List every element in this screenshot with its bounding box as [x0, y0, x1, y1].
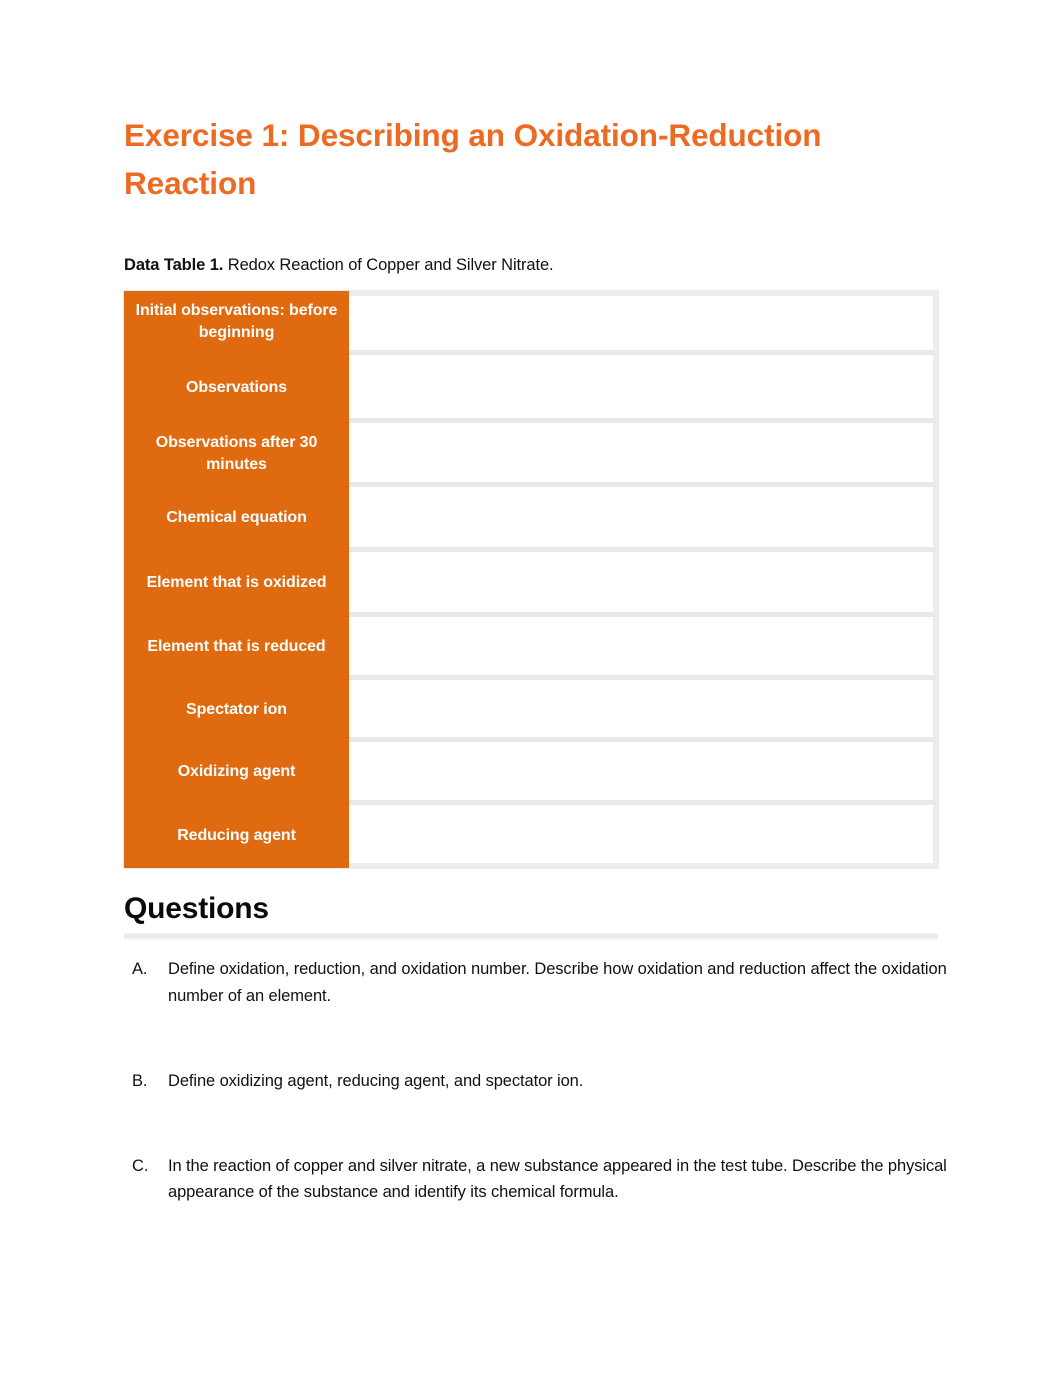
- row-label-element-oxidized: Element that is oxidized: [124, 551, 349, 617]
- row-value-element-oxidized[interactable]: [349, 551, 938, 617]
- list-item-text: In the reaction of copper and silver nit…: [168, 1156, 947, 1202]
- data-table-1: Initial observations: before beginning O…: [124, 290, 938, 868]
- table-row: Observations after 30 minutes: [124, 422, 938, 487]
- row-label-chemical-equation: Chemical equation: [124, 486, 349, 552]
- heading-divider: [124, 933, 938, 941]
- table-row: Element that is reduced: [124, 616, 938, 680]
- row-value-spectator-ion[interactable]: [349, 679, 938, 742]
- row-label-observations: Observations: [124, 354, 349, 423]
- list-item-marker: B.: [132, 1071, 148, 1090]
- row-value-initial-observations[interactable]: [349, 290, 938, 355]
- table-row: Element that is oxidized: [124, 551, 938, 617]
- questions-list: A. Define oxidation, reduction, and oxid…: [124, 940, 947, 1206]
- table-row: Chemical equation: [124, 486, 938, 552]
- table-row: Oxidizing agent: [124, 741, 938, 805]
- questions-heading: Questions: [124, 891, 269, 925]
- data-table-body: Initial observations: before beginning O…: [124, 290, 938, 868]
- document-content: Exercise 1: Describing an Oxidation-Redu…: [124, 112, 947, 1206]
- list-item: B. Define oxidizing agent, reducing agen…: [124, 1068, 958, 1095]
- row-label-initial-observations: Initial observations: before beginning: [124, 290, 349, 355]
- table-row: Initial observations: before beginning: [124, 290, 938, 355]
- caption-lead: Data Table 1.: [124, 255, 224, 274]
- list-item-text: Define oxidation, reduction, and oxidati…: [168, 960, 947, 1006]
- row-value-reducing-agent[interactable]: [349, 804, 938, 868]
- table-row: Reducing agent: [124, 804, 938, 868]
- row-label-reducing-agent: Reducing agent: [124, 804, 349, 868]
- list-item-text: Define oxidizing agent, reducing agent, …: [168, 1071, 584, 1090]
- data-table-wrapper: Initial observations: before beginning O…: [124, 290, 938, 868]
- row-value-chemical-equation[interactable]: [349, 486, 938, 552]
- row-value-oxidizing-agent[interactable]: [349, 741, 938, 805]
- page-title: Exercise 1: Describing an Oxidation-Redu…: [124, 117, 822, 201]
- row-value-observations-30-minutes[interactable]: [349, 422, 938, 487]
- list-item: A. Define oxidation, reduction, and oxid…: [124, 956, 958, 1009]
- row-value-observations[interactable]: [349, 354, 938, 423]
- table-row: Observations: [124, 354, 938, 423]
- document-page: Exercise 1: Describing an Oxidation-Redu…: [0, 0, 1062, 1377]
- row-label-oxidizing-agent: Oxidizing agent: [124, 741, 349, 805]
- row-label-element-reduced: Element that is reduced: [124, 616, 349, 680]
- data-table-caption: Data Table 1. Redox Reaction of Copper a…: [124, 208, 938, 277]
- row-value-element-reduced[interactable]: [349, 616, 938, 680]
- list-item: C. In the reaction of copper and silver …: [124, 1153, 958, 1206]
- list-item-marker: C.: [132, 1156, 149, 1175]
- row-label-observations-30-minutes: Observations after 30 minutes: [124, 422, 349, 487]
- row-label-spectator-ion: Spectator ion: [124, 679, 349, 742]
- table-row: Spectator ion: [124, 679, 938, 742]
- list-item-marker: A.: [132, 960, 148, 979]
- caption-rest: Redox Reaction of Copper and Silver Nitr…: [223, 255, 554, 274]
